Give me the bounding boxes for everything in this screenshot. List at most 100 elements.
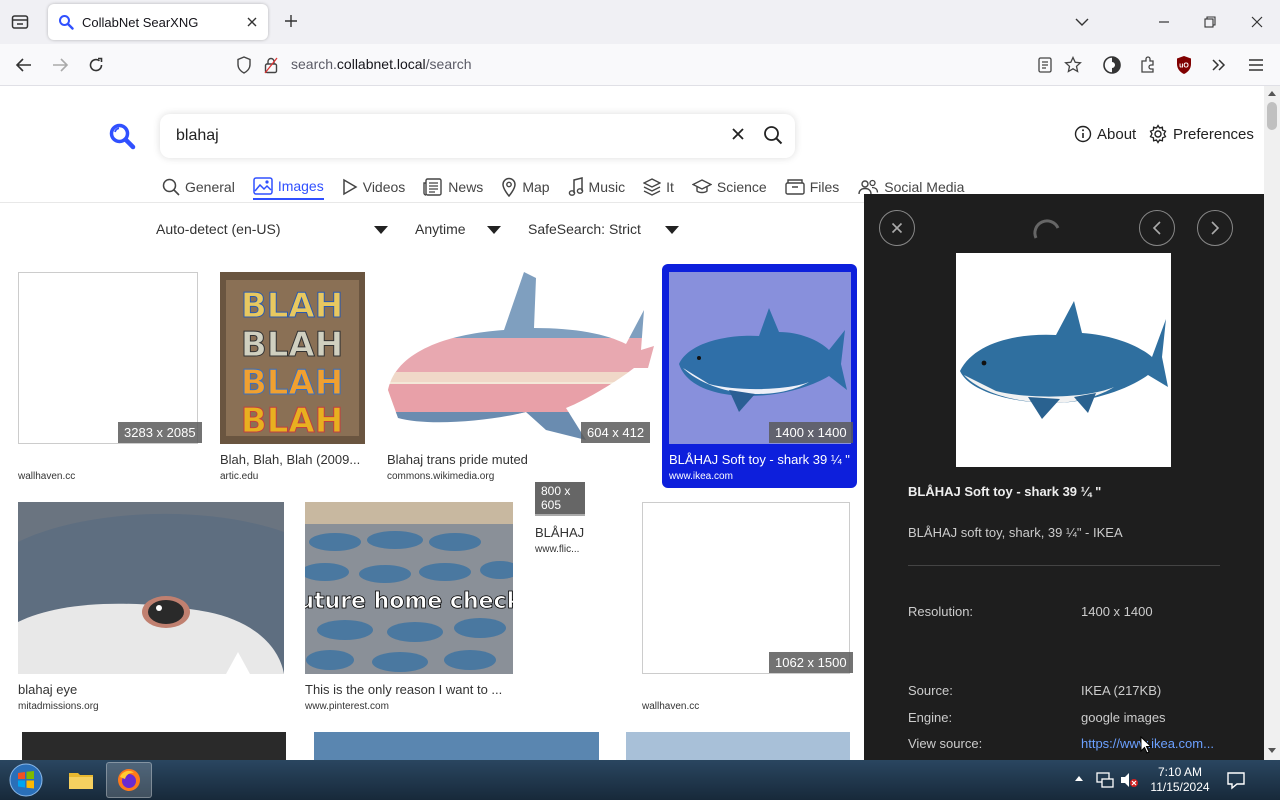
close-window-icon[interactable] — [1245, 10, 1269, 34]
tab-music[interactable]: Music — [568, 174, 625, 200]
result-thumbnail[interactable]: BLAH BLAH BLAH BLAH — [220, 272, 365, 444]
file-explorer-icon[interactable] — [58, 762, 104, 798]
reload-icon[interactable] — [83, 52, 109, 78]
shield-icon[interactable] — [236, 56, 252, 74]
result-title: BLÅHAJ Soft toy - shark 39 ¼ " — [669, 452, 850, 467]
preferences-link[interactable]: Preferences — [1148, 124, 1254, 144]
result-source: mitadmissions.org — [18, 701, 99, 712]
network-icon[interactable] — [1095, 771, 1115, 789]
scrollbar-thumb[interactable] — [1267, 102, 1277, 130]
chevron-down-icon — [487, 226, 501, 234]
mouse-cursor-icon — [1140, 736, 1152, 754]
resolution-badge: 604 x 412 — [581, 422, 651, 443]
lock-icon[interactable] — [264, 56, 278, 74]
resolution-badge: 1400 x 1400 — [769, 422, 853, 443]
tab-map[interactable]: Map — [501, 174, 550, 200]
preferences-label: Preferences — [1173, 125, 1254, 143]
result-source: www.flic... — [535, 544, 580, 555]
result-thumbnail[interactable] — [626, 732, 850, 760]
safesearch-select[interactable]: SafeSearch: Strict — [528, 221, 679, 237]
tab-general[interactable]: General — [162, 174, 235, 200]
tab-files[interactable]: Files — [785, 174, 839, 200]
chevron-down-icon[interactable] — [1070, 10, 1094, 34]
more-tools-chevrons-icon[interactable] — [1206, 52, 1232, 78]
result-title: BLÅHAJ — [535, 525, 585, 540]
svg-text:future home check: future home check — [305, 589, 513, 614]
result-thumbnail[interactable] — [386, 272, 654, 444]
page-scrollbar[interactable] — [1264, 86, 1280, 760]
url-bar[interactable]: search.collabnet.local/search — [226, 49, 1096, 81]
tab-it[interactable]: It — [643, 174, 674, 200]
tab-collabnet-searxng[interactable]: CollabNet SearXNG — [48, 4, 268, 40]
reader-view-icon[interactable] — [1032, 52, 1058, 78]
result-thumbnail[interactable] — [18, 272, 198, 444]
back-arrow-icon[interactable] — [11, 52, 37, 78]
newspaper-icon — [423, 178, 442, 196]
svg-text:uO: uO — [1179, 63, 1189, 70]
detail-title: BLÅHAJ Soft toy - shark 39 ¼ " — [908, 484, 1102, 499]
time-range-select[interactable]: Anytime — [415, 221, 501, 237]
result-thumbnail[interactable] — [22, 732, 286, 760]
resolution-badge: 800 x 605 — [535, 482, 585, 514]
engine-value: google images — [1081, 710, 1166, 725]
searxng-logo-icon[interactable] — [108, 122, 136, 150]
source-value: IKEA (217KB) — [1081, 683, 1162, 698]
ublock-origin-icon[interactable]: uO — [1171, 52, 1197, 78]
tab-science[interactable]: Science — [691, 174, 767, 200]
about-link[interactable]: About — [1074, 125, 1136, 143]
chevron-down-icon — [374, 226, 388, 234]
scroll-up-icon[interactable] — [1268, 90, 1276, 96]
engine-key: Engine: — [908, 710, 953, 725]
result-thumbnail[interactable] — [18, 502, 284, 674]
detail-divider — [908, 565, 1220, 566]
new-tab-plus-icon[interactable] — [280, 10, 302, 32]
action-center-icon[interactable] — [1226, 770, 1246, 790]
result-source: wallhaven.cc — [18, 471, 76, 482]
header-divider — [0, 202, 864, 203]
graduation-cap-icon — [691, 179, 712, 194]
firefox-taskbar-icon[interactable] — [106, 762, 152, 798]
search-icon — [162, 178, 180, 196]
previous-image-icon[interactable] — [1139, 210, 1175, 246]
forward-arrow-icon[interactable] — [47, 52, 73, 78]
scroll-down-icon[interactable] — [1268, 748, 1276, 754]
detail-image[interactable] — [956, 253, 1171, 467]
close-tab-icon[interactable] — [246, 16, 258, 28]
language-select[interactable]: Auto-detect (en-US) — [156, 221, 388, 237]
next-image-icon[interactable] — [1197, 210, 1233, 246]
result-thumbnail[interactable] — [314, 732, 599, 760]
url-text: search.collabnet.local/search — [291, 56, 472, 72]
extensions-puzzle-icon[interactable] — [1135, 52, 1161, 78]
app-menu-hamburger-icon[interactable] — [1243, 52, 1269, 78]
result-thumbnail[interactable] — [642, 502, 850, 674]
tab-videos[interactable]: Videos — [342, 174, 405, 200]
search-box — [160, 114, 795, 158]
list-all-tabs-icon[interactable] — [8, 10, 32, 34]
search-submit-icon[interactable] — [763, 125, 783, 145]
result-title: This is the only reason I want to ... — [305, 682, 503, 697]
clear-search-icon[interactable] — [730, 126, 746, 142]
system-clock[interactable]: 7:10 AM 11/15/2024 — [1148, 765, 1212, 795]
restore-window-icon[interactable] — [1198, 10, 1222, 34]
result-title: Blahaj trans pride muted — [387, 452, 528, 467]
bookmark-star-icon[interactable] — [1060, 52, 1086, 78]
firefox-view-icon[interactable] — [1099, 52, 1125, 78]
resolution-key: Resolution: — [908, 604, 974, 619]
result-thumbnail[interactable]: future home check — [305, 502, 513, 674]
search-input[interactable] — [176, 125, 716, 147]
drawer-icon — [785, 179, 805, 195]
result-source: www.pinterest.com — [305, 701, 389, 712]
result-source: commons.wikimedia.org — [387, 471, 495, 482]
clock-date: 11/15/2024 — [1150, 780, 1210, 794]
image-detail-panel: BLÅHAJ Soft toy - shark 39 ¼ " BLÅHAJ so… — [864, 194, 1264, 760]
show-hidden-icons-icon[interactable] — [1074, 774, 1084, 782]
detail-description: BLÅHAJ soft toy, shark, 39 ¼" - IKEA — [908, 525, 1123, 540]
tab-images[interactable]: Images — [252, 174, 324, 200]
windows-taskbar: 7:10 AM 11/15/2024 — [0, 760, 1280, 800]
tab-news[interactable]: News — [423, 174, 483, 200]
windows-start-icon[interactable] — [6, 762, 46, 798]
minimize-icon[interactable] — [1152, 10, 1176, 34]
close-detail-icon[interactable] — [879, 210, 915, 246]
result-thumbnail[interactable] — [669, 272, 851, 444]
volume-muted-icon[interactable] — [1119, 771, 1139, 789]
